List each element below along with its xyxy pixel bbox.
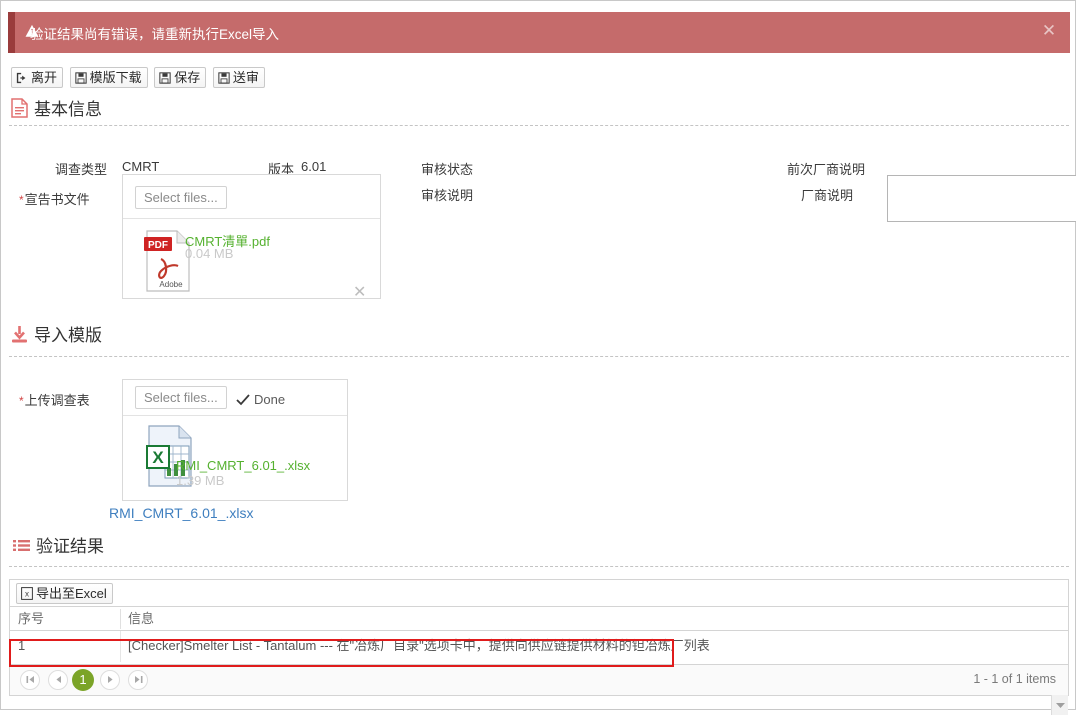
save-disk-icon xyxy=(218,70,230,89)
page-frame: 验证结果尚有错误，请重新执行Excel导入 ✕ 离开 模版下载 保存 送审 基本… xyxy=(0,0,1076,715)
save-button-label: 保存 xyxy=(174,70,201,85)
close-icon[interactable]: ✕ xyxy=(1040,22,1058,40)
last-page-icon[interactable] xyxy=(128,670,148,690)
vendor-note-textarea[interactable] xyxy=(887,175,1076,222)
survey-file-row: X RMI_CMRT_6.01_.xlsx 1.39 MB xyxy=(123,416,347,502)
svg-text:X: X xyxy=(152,448,164,467)
pager-current-page[interactable]: 1 xyxy=(72,669,94,691)
survey-file-name: RMI_CMRT_6.01_.xlsx xyxy=(176,458,311,473)
prev-page-icon[interactable] xyxy=(48,670,68,690)
required-marker: * xyxy=(19,193,24,207)
prev-vendor-note-label: 前次厂商说明 xyxy=(787,162,866,177)
leave-button[interactable]: 离开 xyxy=(11,67,64,89)
template-download-button[interactable]: 模版下载 xyxy=(69,67,148,89)
main-toolbar: 离开 模版下载 保存 送审 xyxy=(11,67,268,89)
submit-review-button[interactable]: 送审 xyxy=(212,67,265,89)
first-page-icon[interactable] xyxy=(20,670,40,690)
declaration-upload-bar: Select files... xyxy=(123,175,380,219)
submit-review-label: 送审 xyxy=(232,70,259,85)
import-template-section-title: 导入模版 xyxy=(11,321,102,349)
validation-grid: x 导出至Excel 序号 信息 1 [Checker]Smelter List… xyxy=(9,579,1069,715)
grid-pager: 1 1 - 1 of 1 items xyxy=(10,664,1068,695)
svg-text:Adobe: Adobe xyxy=(159,280,183,289)
check-icon xyxy=(236,394,250,409)
cell-seq: 1 xyxy=(18,638,26,653)
validation-section-title: 验证结果 xyxy=(13,532,104,560)
declaration-file-size: 0.04 MB xyxy=(185,246,234,261)
grid-toolbar: x 导出至Excel xyxy=(10,580,1068,607)
required-marker: * xyxy=(19,394,24,408)
declaration-file-remove-icon[interactable]: ✕ xyxy=(353,284,366,300)
survey-file-size: 1.39 MB xyxy=(176,473,225,488)
declaration-file-label-text: 宣告书文件 xyxy=(24,192,90,207)
next-page-icon[interactable] xyxy=(100,670,120,690)
alert-message: 验证结果尚有错误，请重新执行Excel导入 xyxy=(30,27,280,42)
export-to-excel-button[interactable]: x 导出至Excel xyxy=(16,583,113,604)
upload-status: Done xyxy=(236,392,285,409)
export-to-excel-label: 导出至Excel xyxy=(36,586,107,601)
svg-text:PDF: PDF xyxy=(148,240,168,251)
version-value: 6.01 xyxy=(301,159,327,174)
basic-info-divider xyxy=(9,125,1069,126)
upload-survey-label-text: 上传调查表 xyxy=(24,393,90,408)
survey-upload-widget: Select files... Done X RMI_CMRT_6.01_.xl… xyxy=(122,379,348,501)
review-status-label: 审核状态 xyxy=(421,162,474,177)
column-header-seq[interactable]: 序号 xyxy=(10,607,120,630)
grid-header-row: 序号 信息 xyxy=(10,607,1068,631)
declaration-file-row: PDF Adobe CMRT清單.pdf 0.04 MB ✕ xyxy=(123,219,380,305)
upload-survey-label: *上传调查表 xyxy=(19,390,114,409)
upload-status-label: Done xyxy=(254,392,286,407)
import-template-divider xyxy=(9,356,1069,357)
excel-export-icon: x xyxy=(21,586,33,605)
survey-select-files-button[interactable]: Select files... xyxy=(135,386,227,409)
save-disk-icon xyxy=(74,70,87,89)
survey-upload-bar: Select files... Done xyxy=(123,380,347,416)
exit-icon xyxy=(16,70,28,89)
scroll-down-icon[interactable] xyxy=(1055,700,1066,711)
svg-text:x: x xyxy=(25,590,29,599)
survey-type-label: 调查类型 xyxy=(54,162,107,177)
document-icon xyxy=(11,98,28,123)
leave-button-label: 离开 xyxy=(31,70,58,85)
vendor-note-label: 厂商说明 xyxy=(801,188,854,203)
basic-info-title-text: 基本信息 xyxy=(34,100,102,119)
validation-title-text: 验证结果 xyxy=(36,537,104,556)
column-header-message[interactable]: 信息 xyxy=(120,607,1050,630)
review-note-label: 审核说明 xyxy=(421,188,474,203)
import-template-title-text: 导入模版 xyxy=(34,326,102,345)
cell-message: [Checker]Smelter List - Tantalum --- 在"冶… xyxy=(128,638,710,653)
survey-type-value: CMRT xyxy=(122,159,160,174)
grid-body: 1 [Checker]Smelter List - Tantalum --- 在… xyxy=(10,631,1068,715)
survey-file-download-link[interactable]: RMI_CMRT_6.01_.xlsx xyxy=(109,505,253,521)
error-alert-banner: 验证结果尚有错误，请重新执行Excel导入 ✕ xyxy=(8,12,1070,53)
save-disk-icon xyxy=(159,70,171,89)
declaration-upload-widget: Select files... PDF Adobe CMRT清單.pdf 0.0… xyxy=(122,174,381,300)
pager-info: 1 - 1 of 1 items xyxy=(973,672,1056,686)
list-icon xyxy=(13,539,30,560)
template-download-label: 模版下载 xyxy=(89,70,142,85)
validation-divider xyxy=(9,566,1069,567)
basic-info-section-title: 基本信息 xyxy=(11,95,102,123)
declaration-select-files-button[interactable]: Select files... xyxy=(135,186,227,209)
download-icon xyxy=(11,326,28,349)
declaration-file-label: *宣告书文件 xyxy=(19,189,107,208)
save-button[interactable]: 保存 xyxy=(154,67,207,89)
